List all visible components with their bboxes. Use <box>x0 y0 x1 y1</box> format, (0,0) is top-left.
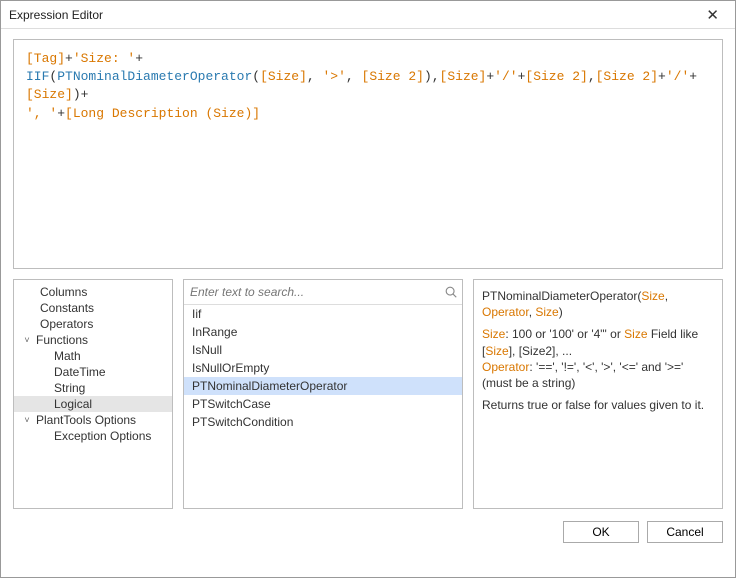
function-item-inrange[interactable]: InRange <box>184 323 462 341</box>
tree-item-datetime[interactable]: DateTime <box>14 364 172 380</box>
description-pane: PTNominalDiameterOperator(Size, Operator… <box>473 279 723 509</box>
close-icon[interactable]: ✕ <box>698 6 727 24</box>
footer: OK Cancel <box>13 519 723 543</box>
function-item-ptswitchcondition[interactable]: PTSwitchCondition <box>184 413 462 431</box>
window-title: Expression Editor <box>9 8 698 22</box>
tree-item-label: String <box>54 381 85 395</box>
tree-item-label: Functions <box>36 333 88 347</box>
cancel-button[interactable]: Cancel <box>647 521 723 543</box>
tree-item-constants[interactable]: Constants <box>14 300 172 316</box>
function-item-isnullorempty[interactable]: IsNullOrEmpty <box>184 359 462 377</box>
tree-item-label: Exception Options <box>54 429 151 443</box>
tree-item-label: Constants <box>40 301 94 315</box>
search-icon[interactable] <box>444 285 458 299</box>
titlebar: Expression Editor ✕ <box>1 1 735 29</box>
tree-item-label: DateTime <box>54 365 106 379</box>
category-tree[interactable]: Columns Constants Operators ˅ Functions Math D… <box>14 280 172 448</box>
chevron-down-icon[interactable]: ˅ <box>22 415 32 425</box>
function-signature: PTNominalDiameterOperator(Size, Operator… <box>482 288 714 320</box>
tree-item-logical[interactable]: Logical <box>14 396 172 412</box>
search-wrap <box>184 280 462 305</box>
size-description: Size: 100 or '100' or '4"' or Size Field… <box>482 326 714 391</box>
content-area: [Tag]+'Size: '+ IIF(PTNominalDiameterOpe… <box>1 29 735 577</box>
tree-item-label: Math <box>54 349 81 363</box>
search-input[interactable] <box>190 282 444 302</box>
ok-button[interactable]: OK <box>563 521 639 543</box>
tree-item-label: PlantTools Options <box>36 413 136 427</box>
category-tree-pane: Columns Constants Operators ˅ Functions Math D… <box>13 279 173 509</box>
tree-item-label: Columns <box>40 285 87 299</box>
function-returns: Returns true or false for values given t… <box>482 397 714 413</box>
function-item-ptnominaldiameteroperator[interactable]: PTNominalDiameterOperator <box>184 377 462 395</box>
function-item-iif[interactable]: Iif <box>184 305 462 323</box>
tree-item-functions[interactable]: ˅ Functions <box>14 332 172 348</box>
tree-item-operators[interactable]: Operators <box>14 316 172 332</box>
tree-item-label: Operators <box>40 317 93 331</box>
chevron-down-icon[interactable]: ˅ <box>22 335 32 345</box>
tree-item-math[interactable]: Math <box>14 348 172 364</box>
tree-item-columns[interactable]: Columns <box>14 284 172 300</box>
tree-item-exception-options[interactable]: Exception Options <box>14 428 172 444</box>
function-list[interactable]: IifInRangeIsNullIsNullOrEmptyPTNominalDi… <box>184 305 462 508</box>
expression-editor[interactable]: [Tag]+'Size: '+ IIF(PTNominalDiameterOpe… <box>13 39 723 269</box>
function-item-isnull[interactable]: IsNull <box>184 341 462 359</box>
function-item-ptswitchcase[interactable]: PTSwitchCase <box>184 395 462 413</box>
tree-item-planttools-options[interactable]: ˅ PlantTools Options <box>14 412 172 428</box>
tree-item-string[interactable]: String <box>14 380 172 396</box>
function-list-pane: IifInRangeIsNullIsNullOrEmptyPTNominalDi… <box>183 279 463 509</box>
bottom-panes: Columns Constants Operators ˅ Functions Math D… <box>13 279 723 509</box>
tree-item-label: Logical <box>54 397 92 411</box>
